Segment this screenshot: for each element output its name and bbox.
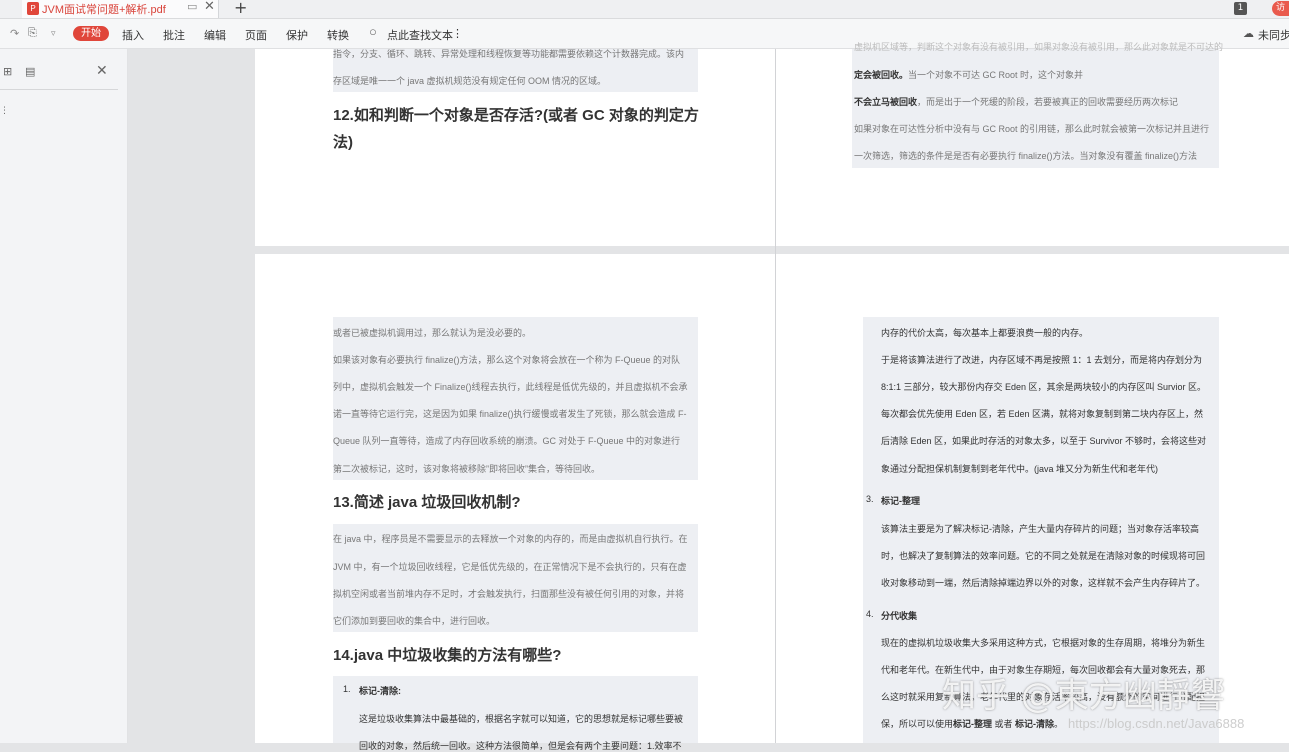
- search-text-input[interactable]: 点此查找文本: [387, 27, 453, 43]
- heading-12-cont: 法): [333, 134, 353, 151]
- text-line: Queue 队列一直等待，造成了内存回收系统的崩溃。GC 对处于 F-Queue…: [333, 436, 681, 446]
- list-item-title: 标记-清除:: [359, 686, 401, 696]
- text-span: ，而是出于一个死缓的阶段，若要被真正的回收需要经历两次标记: [917, 97, 1179, 107]
- text-line: 不会立马被回收，而是出于一个死缓的阶段，若要被真正的回收需要经历两次标记: [854, 95, 1178, 108]
- zhihu-watermark: 知乎 @東方幽靜響: [942, 676, 1225, 716]
- text-span: 或者: [992, 719, 1016, 729]
- text-line: 时，也解决了复制算法的效率问题。它的不同之处就是在清除对象的时候现将可回: [881, 551, 1206, 561]
- list-item-title: 标记-整理: [881, 496, 920, 506]
- text-line: 在 java 中，程序员是不需要显示的去释放一个对象的内存的，而是由虚拟机自行执…: [333, 534, 688, 544]
- tab-annotate[interactable]: 批注: [163, 27, 185, 43]
- text-line: 指令，分支、循环、跳转、异常处理和线程恢复等功能都需要依赖这个计数器完成。该内: [333, 49, 685, 59]
- text-line: 定会被回收。当一个对象不可达 GC Root 时，这个对象并: [854, 68, 1083, 81]
- tab-convert[interactable]: 转换: [327, 27, 349, 43]
- text-line: 现在的虚拟机垃圾收集大多采用这种方式，它根据对象的生存周期，将堆分为新生: [881, 638, 1206, 648]
- text-line: 拟机空闲或者当前堆内存不足时，才会触发执行，扫面那些没有被任何引用的对象，并将: [333, 589, 685, 599]
- list-number: 3.: [866, 494, 874, 504]
- heading-14: 14.java 中垃圾收集的方法有哪些?: [333, 647, 562, 664]
- text-line: JVM 中，有一个垃圾回收线程，它是低优先级的，在正常情况下是不会执行的，只有在…: [333, 562, 687, 572]
- text-line: 列中，虚拟机会触发一个 Finalize()线程去执行，此线程是低优先级的，并且…: [333, 382, 688, 392]
- text-line: 或者已被虚拟机调用过，那么就认为是没必要的。: [333, 328, 532, 338]
- bold-text: 标记-清除: [1015, 719, 1055, 729]
- list-number: 1.: [343, 684, 351, 694]
- text-line: 保，所以可以使用标记-整理 或者 标记-清除。: [881, 717, 1063, 730]
- text-line: 一次筛选，筛选的条件是是否有必要执行 finalize()方法。当对象没有覆盖 …: [854, 151, 1198, 161]
- visitor-button[interactable]: 访: [1272, 1, 1289, 16]
- outline-icon[interactable]: ⊞: [3, 65, 12, 78]
- text-line: 第二次被标记，这时，该对象将被移除”即将回收”集合，等待回收。: [333, 464, 600, 474]
- text-span: 当一个对象不可达 GC Root 时，这个对象并: [908, 70, 1084, 80]
- bookmark-icon[interactable]: ▤: [25, 65, 35, 78]
- cloud-sync-icon[interactable]: ☁: [1243, 27, 1254, 40]
- tab-title: JVM面试常问题+解析.pdf: [42, 4, 166, 16]
- text-line: 如果该对象有必要执行 finalize()方法，那么这个对象将会放在一个称为 F…: [333, 355, 681, 365]
- tab-protect[interactable]: 保护: [286, 27, 308, 43]
- tab-bar: P JVM面试常问题+解析.pdf ▭ ✕ + 1 访: [0, 0, 1289, 19]
- text-line: 8:1:1 三部分，较大那份内存交 Eden 区，其余是两块较小的内存区叫 Su…: [881, 382, 1207, 392]
- highlight-block: [333, 317, 698, 480]
- search-icon[interactable]: ○: [369, 24, 377, 39]
- text-line: 象通过分配担保机制复制到老年代中。(java 堆又分为新生代和老年代): [881, 464, 1159, 474]
- text-line: 如果对象在可达性分析中没有与 GC Root 的引用链，那么此时就会被第一次标记…: [854, 124, 1210, 134]
- dropdown-chevron-icon[interactable]: ▿: [51, 28, 56, 39]
- list-number: 4.: [866, 609, 874, 619]
- bold-text: 定会被回收。: [854, 70, 909, 80]
- text-line: 后清除 Eden 区，如果此时存活的对象太多，以至于 Survivor 不够时，…: [881, 436, 1207, 446]
- thumbnail-sidebar: ⊞ ▤ ✕ ⋮: [0, 49, 128, 743]
- text-line: 虚拟机区域等，判断这个对象有没有被引用，如果对象没有被引用，那么此对象就是不可达…: [854, 42, 1224, 52]
- text-line: 回收的对象，然后统一回收。这种方法很简单，但是会有两个主要问题：1.效率不: [359, 741, 682, 751]
- export-icon[interactable]: ⎘: [28, 27, 37, 40]
- page-divider: [775, 49, 776, 743]
- monitor-icon[interactable]: ▭: [187, 0, 197, 13]
- text-line: 内存的代价太高，每次基本上都要浪费一般的内存。: [881, 328, 1089, 338]
- text-line: 这是垃圾收集算法中最基础的，根据名字就可以知道，它的思想就是标记哪些要被: [359, 714, 684, 724]
- text-line: 收对象移动到一端，然后清除掉端边界以外的对象，这样就不会产生内存碎片了。: [881, 578, 1206, 588]
- text-line: 它们添加到要回收的集合中，进行回收。: [333, 616, 496, 626]
- text-span: 保，所以可以使用: [881, 719, 954, 729]
- more-options-icon[interactable]: ⋮: [452, 27, 463, 40]
- close-tab-icon[interactable]: ✕: [204, 0, 215, 14]
- page-count-badge[interactable]: 1: [1234, 2, 1247, 15]
- csdn-watermark: https://blog.csdn.net/Java6888: [1068, 716, 1245, 731]
- text-span: 。: [1054, 719, 1064, 729]
- new-tab-button[interactable]: +: [234, 0, 247, 17]
- tab-start[interactable]: 开始: [73, 26, 109, 41]
- list-icon[interactable]: ⋮: [0, 106, 9, 116]
- pdf-file-icon: P: [27, 2, 39, 15]
- sync-status[interactable]: 未同步: [1258, 27, 1289, 43]
- heading-13: 13.简述 java 垃圾回收机制?: [333, 494, 521, 511]
- sidebar-divider: [0, 89, 118, 90]
- text-line: 于是将该算法进行了改进，内存区域不再是按照 1：1 去划分，而是将内存划分为: [881, 355, 1203, 365]
- heading-12: 12.如和判断一个对象是否存活?(或者 GC 对象的判定方: [333, 107, 699, 124]
- document-tab[interactable]: P JVM面试常问题+解析.pdf ▭ ✕: [22, 0, 219, 18]
- close-sidebar-icon[interactable]: ✕: [96, 63, 108, 79]
- tab-edit[interactable]: 编辑: [204, 27, 226, 43]
- tab-page[interactable]: 页面: [245, 27, 267, 43]
- text-line: 存区域是唯一一个 java 虚拟机规范没有规定任何 OOM 情况的区域。: [333, 76, 607, 86]
- tab-insert[interactable]: 插入: [122, 27, 144, 43]
- text-line: 诺一直等待它运行完，这是因为如果 finalize()执行缓慢或者发生了死锁，那…: [333, 409, 687, 419]
- text-line: 每次都会优先使用 Eden 区，若 Eden 区满，就将对象复制到第二块内存区上…: [881, 409, 1204, 419]
- bold-text: 标记-整理: [953, 719, 993, 729]
- redo-icon[interactable]: ↷: [10, 27, 19, 40]
- text-line: 该算法主要是为了解决标记-清除，产生大量内存碎片的问题；当对象存活率较高: [881, 524, 1199, 534]
- list-item-title: 分代收集: [881, 611, 918, 621]
- bold-text: 不会立马被回收: [854, 97, 918, 107]
